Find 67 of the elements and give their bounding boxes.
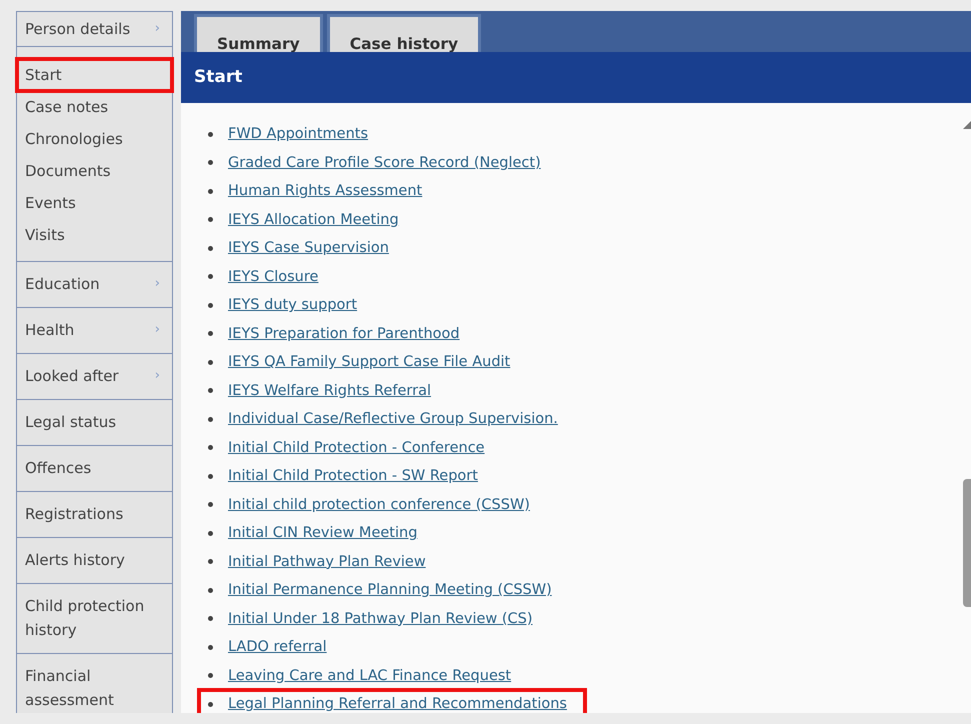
chevron-icon: › (154, 364, 160, 388)
bullet-icon (208, 302, 213, 308)
form-link[interactable]: LADO referral (228, 639, 327, 656)
bullet-icon (208, 702, 213, 707)
form-link[interactable]: IEYS QA Family Support Case File Audit (228, 354, 510, 370)
form-link[interactable]: IEYS Case Supervision (228, 240, 389, 256)
bullet-icon (208, 274, 213, 280)
sidebar-item[interactable]: Legal status (17, 400, 172, 445)
bullet-icon (208, 331, 213, 336)
sidebar-item[interactable]: Looked after › (17, 354, 172, 399)
sidebar-item[interactable]: Registrations (17, 492, 172, 537)
chevron-icon: › (154, 17, 160, 41)
chevron-icon: › (154, 272, 160, 296)
bullet-icon (208, 530, 213, 536)
form-link[interactable]: FWD Appointments (228, 126, 368, 142)
bullet-icon (208, 388, 213, 394)
form-link[interactable]: IEYS duty support (228, 297, 358, 314)
form-link[interactable]: Leaving Care and LAC Finance Request (228, 668, 512, 684)
form-link[interactable]: Initial Under 18 Pathway Plan Review (CS) (228, 610, 533, 627)
bullet-icon (208, 416, 213, 422)
form-link[interactable]: Initial child protection conference (CSSW) (228, 496, 530, 513)
bullet-icon (208, 474, 213, 479)
form-link[interactable]: Initial Pathway Plan Review (228, 554, 426, 570)
sidebar-link[interactable]: Chronologies (17, 123, 172, 155)
sidebar-link[interactable]: Documents (17, 155, 172, 187)
sidebar-item[interactable]: Health › (17, 308, 172, 353)
tab[interactable]: Summary (194, 14, 323, 52)
scroll-up-icon[interactable] (961, 121, 971, 129)
bullet-icon (208, 673, 213, 678)
sidebar-item[interactable]: Child protection history (17, 584, 172, 653)
bullet-icon (208, 160, 213, 166)
bullet-icon (208, 502, 213, 508)
sidebar-link[interactable]: Case notes (17, 91, 172, 123)
form-link[interactable]: Initial Child Protection - Conference (228, 440, 485, 456)
sidebar-link[interactable]: Visits (17, 219, 172, 251)
form-link[interactable]: Initial CIN Review Meeting (228, 525, 418, 542)
bullet-icon (208, 588, 213, 593)
sidebar-item[interactable]: Financial assessment (17, 654, 172, 713)
form-link[interactable]: Initial Child Protection - SW Report (228, 468, 478, 484)
form-link[interactable]: Individual Case/Reflective Group Supervision. (228, 411, 558, 428)
sidebar-item[interactable]: Education › (17, 262, 172, 307)
sidebar-item[interactable]: Alerts history (17, 538, 172, 583)
bullet-icon (208, 559, 213, 564)
bullet-icon (208, 360, 213, 365)
scrollbar-thumb[interactable] (963, 479, 971, 607)
sidebar-link[interactable]: Start (17, 59, 172, 91)
bullet-icon (208, 217, 213, 222)
sidebar-item[interactable]: Offences (17, 446, 172, 491)
chevron-icon: › (154, 318, 160, 342)
form-link[interactable]: IEYS Preparation for Parenthood (228, 326, 460, 342)
form-link[interactable]: Graded Care Profile Score Record (Neglect) (228, 154, 541, 171)
form-link[interactable]: Initial Permanence Planning Meeting (CSSW) (228, 582, 552, 598)
tab[interactable]: Case history (326, 14, 482, 52)
panel-title: Start (181, 52, 971, 103)
sidebar-item[interactable]: Person details › (17, 12, 172, 46)
form-link[interactable]: IEYS Welfare Rights Referral (228, 382, 432, 399)
form-link[interactable]: Human Rights Assessment (228, 183, 422, 200)
form-link[interactable]: IEYS Allocation Meeting (228, 212, 399, 228)
bullet-icon (208, 188, 213, 194)
form-link[interactable]: Legal Planning Referral and Recommendations (228, 696, 567, 712)
bullet-icon (208, 616, 213, 622)
form-link[interactable]: IEYS Closure (228, 268, 318, 285)
bullet-icon (208, 132, 213, 137)
bullet-icon (208, 246, 213, 251)
bullet-icon (208, 644, 213, 650)
bullet-icon (208, 445, 213, 450)
sidebar-link[interactable]: Events (17, 187, 172, 219)
